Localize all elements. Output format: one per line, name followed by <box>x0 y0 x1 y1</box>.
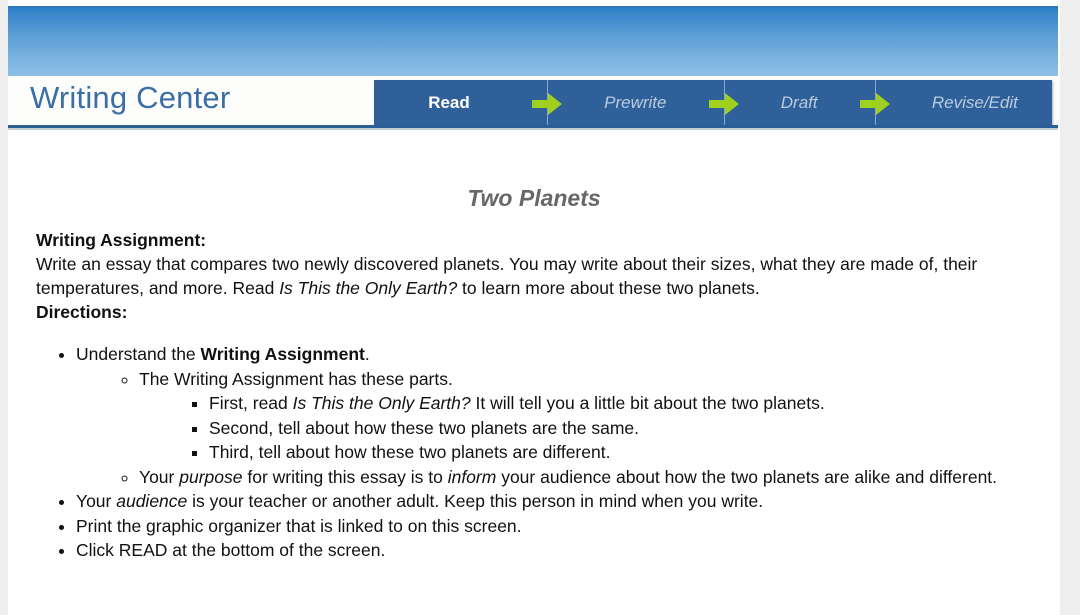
first-post: It will tell you a little bit about the … <box>470 393 825 413</box>
tab-revise-edit[interactable]: Revise/Edit <box>898 80 1052 126</box>
list-item: Second, tell about how these two planets… <box>209 416 1060 441</box>
green-arrow-right-icon <box>859 93 890 115</box>
step-separator-3 <box>852 80 898 126</box>
tab-draft[interactable]: Draft <box>747 80 852 126</box>
first-pre: First, read <box>209 393 293 413</box>
page-root: Writing Center Read Prewrite Draft Revis… <box>0 0 1080 615</box>
audience-post: is your teacher or another adult. Keep t… <box>187 491 764 511</box>
list-item: Print the graphic organizer that is link… <box>76 514 1060 539</box>
list-item: Your purpose for writing this essay is t… <box>139 465 1060 490</box>
writing-assignment-heading: Writing Assignment: <box>36 230 207 250</box>
assignment-text-part2: to learn more about these two planets. <box>457 278 760 298</box>
writing-assignment-body: Write an essay that compares two newly d… <box>36 252 1030 300</box>
main-content: Two Planets Writing Assignment: Write an… <box>8 134 1060 615</box>
directions-heading: Directions: <box>36 302 128 322</box>
step-separator-1 <box>524 80 570 126</box>
audience-italic: audience <box>116 491 188 511</box>
inform-italic: inform <box>447 466 497 487</box>
header-divider-shadow <box>8 128 1058 130</box>
list-item: Third, tell about how these two planets … <box>209 440 1060 465</box>
tab-read[interactable]: Read <box>374 80 524 126</box>
step-nav-tabbar[interactable]: Read Prewrite Draft Revise/Edit <box>374 80 1052 126</box>
site-title: Writing Center <box>30 80 231 115</box>
reading-title-italic: Is This the Only Earth? <box>279 278 458 298</box>
list-item: Click READ at the bottom of the screen. <box>76 538 1060 563</box>
top-banner <box>8 8 1058 76</box>
purpose-post: your audience about how the two planets … <box>496 466 998 487</box>
understand-pre: Understand the <box>76 344 201 364</box>
understand-bold: Writing Assignment <box>200 344 365 364</box>
green-arrow-right-icon <box>708 93 739 115</box>
assignment-title: Two Planets <box>467 185 601 211</box>
parts-intro: The Writing Assignment has these parts. <box>139 368 453 389</box>
purpose-pre: Your <box>139 466 180 487</box>
audience-pre: Your <box>76 491 117 511</box>
assignment-block: Writing Assignment: Write an essay that … <box>8 228 1060 324</box>
reading-title-italic: Is This the Only Earth? <box>292 393 471 413</box>
green-arrow-right-icon <box>532 93 562 115</box>
understand-post: . <box>364 344 370 364</box>
directions-sublist: The Writing Assignment has these parts. … <box>76 367 1060 490</box>
list-item: First, read Is This the Only Earth? It w… <box>209 391 1060 416</box>
list-item: Understand the Writing Assignment. The W… <box>76 342 1060 489</box>
directions-parts-list: First, read Is This the Only Earth? It w… <box>139 391 1060 465</box>
directions-list: Understand the Writing Assignment. The W… <box>8 342 1060 563</box>
list-item: Your audience is your teacher or another… <box>76 489 1060 514</box>
purpose-mid: for writing this essay is to <box>242 466 448 487</box>
tab-prewrite[interactable]: Prewrite <box>570 80 701 126</box>
purpose-italic: purpose <box>179 466 243 487</box>
step-separator-2 <box>701 80 747 126</box>
list-item: The Writing Assignment has these parts. … <box>139 367 1060 465</box>
